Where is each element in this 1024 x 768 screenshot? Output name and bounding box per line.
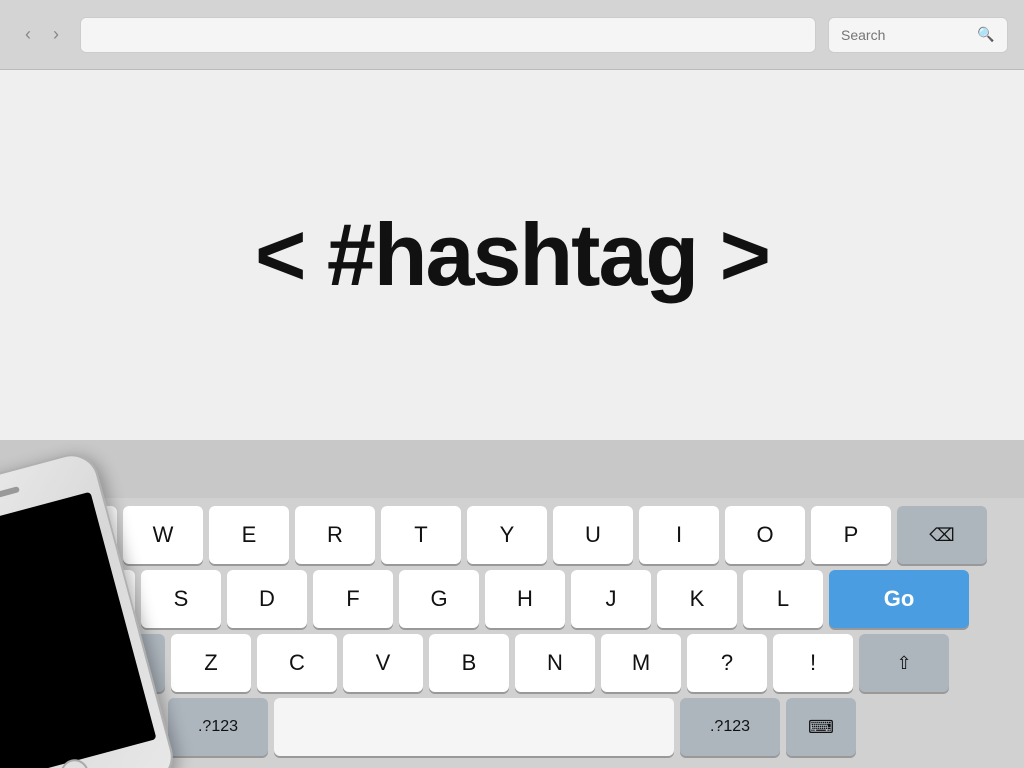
nav-buttons: ‹ › [16, 23, 68, 47]
forward-button[interactable]: › [44, 23, 68, 47]
search-icon: 🔍 [977, 26, 994, 43]
key-j[interactable]: J [571, 570, 651, 628]
url-bar[interactable] [80, 17, 816, 53]
key-f[interactable]: F [313, 570, 393, 628]
key-h[interactable]: H [485, 570, 565, 628]
shift-key-right[interactable]: ⇧ [859, 634, 949, 692]
phone-speaker [0, 486, 20, 502]
space-key[interactable] [274, 698, 674, 756]
back-button[interactable]: ‹ [16, 23, 40, 47]
hashtag-title: < #hashtag > [255, 204, 769, 306]
key-v[interactable]: V [343, 634, 423, 692]
keyboard-section: Q W E R T Y U I O P ⌫ A S D F G H J K L … [0, 440, 1024, 768]
key-l[interactable]: L [743, 570, 823, 628]
search-bar-wrapper: 🔍 [828, 17, 1008, 53]
key-d[interactable]: D [227, 570, 307, 628]
backspace-key[interactable]: ⌫ [897, 506, 987, 564]
num-key-right[interactable]: .?123 [680, 698, 780, 756]
key-r[interactable]: R [295, 506, 375, 564]
key-g[interactable]: G [399, 570, 479, 628]
key-i[interactable]: I [639, 506, 719, 564]
key-c[interactable]: C [257, 634, 337, 692]
key-t[interactable]: T [381, 506, 461, 564]
key-p[interactable]: P [811, 506, 891, 564]
key-u[interactable]: U [553, 506, 633, 564]
key-b[interactable]: B [429, 634, 509, 692]
key-question[interactable]: ? [687, 634, 767, 692]
keyboard-icon-key[interactable]: ⌨ [786, 698, 856, 756]
main-content: < #hashtag > [0, 70, 1024, 440]
key-y[interactable]: Y [467, 506, 547, 564]
key-k[interactable]: K [657, 570, 737, 628]
phone-body [0, 448, 179, 768]
key-e[interactable]: E [209, 506, 289, 564]
search-input[interactable] [841, 27, 971, 43]
key-o[interactable]: O [725, 506, 805, 564]
key-exclaim[interactable]: ! [773, 634, 853, 692]
key-n[interactable]: N [515, 634, 595, 692]
phone-screen [0, 492, 157, 768]
key-m[interactable]: M [601, 634, 681, 692]
go-key[interactable]: Go [829, 570, 969, 628]
browser-bar: ‹ › 🔍 [0, 0, 1024, 70]
